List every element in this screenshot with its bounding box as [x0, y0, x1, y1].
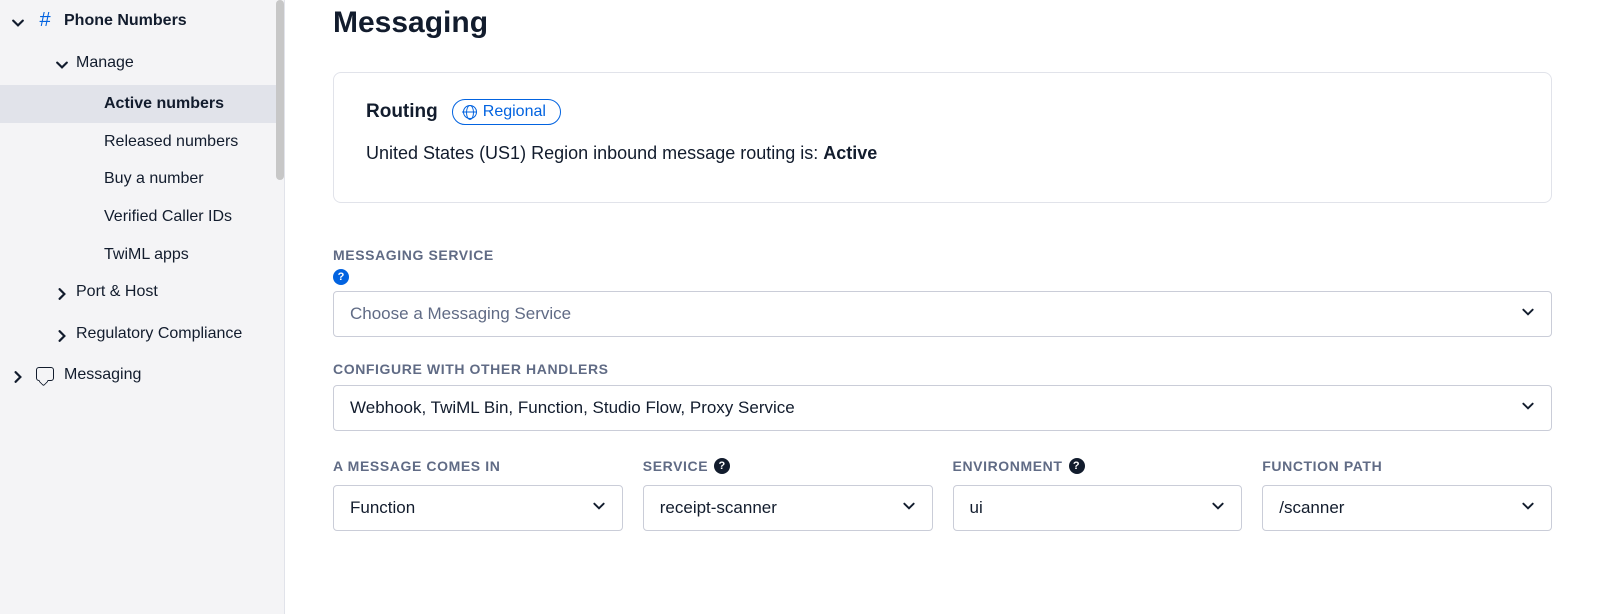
service-group: Service ? receipt-scanner: [643, 455, 933, 531]
hash-icon: #: [32, 10, 58, 33]
sidebar-item-twiml-apps[interactable]: TwiML apps: [0, 236, 284, 274]
function-path-value: /scanner: [1279, 498, 1344, 518]
chevron-down-icon: [902, 498, 916, 518]
routing-box-header: Routing Regional: [366, 99, 1519, 125]
messaging-service-section: Messaging Service ? Choose a Messaging S…: [333, 247, 1552, 337]
regional-badge-label: Regional: [483, 103, 546, 121]
sidebar: # Phone Numbers Manage Active numbers Re…: [0, 0, 285, 614]
messaging-service-placeholder: Choose a Messaging Service: [350, 304, 571, 324]
chevron-down-icon: [1521, 398, 1535, 418]
chevron-down-icon: [1211, 498, 1225, 518]
routing-status-prefix: United States (US1) Region inbound messa…: [366, 143, 823, 163]
sidebar-scrollbar[interactable]: [276, 0, 284, 180]
configure-handlers-select[interactable]: Webhook, TwiML Bin, Function, Studio Flo…: [333, 385, 1552, 431]
sidebar-item-label: Buy a number: [104, 168, 274, 190]
routing-box: Routing Regional United States (US1) Reg…: [333, 72, 1552, 203]
message-in-select[interactable]: Function: [333, 485, 623, 531]
sidebar-item-active-numbers[interactable]: Active numbers: [0, 85, 284, 123]
chevron-right-icon: [56, 285, 70, 307]
sidebar-item-label: Active numbers: [104, 93, 274, 115]
globe-icon: [463, 105, 477, 119]
chevron-right-icon: [12, 368, 26, 390]
chevron-down-icon: [12, 14, 26, 36]
chevron-down-icon: [1521, 498, 1535, 518]
service-value: receipt-scanner: [660, 498, 777, 518]
help-icon[interactable]: ?: [333, 269, 349, 285]
regional-badge[interactable]: Regional: [452, 99, 561, 125]
messaging-icon: [32, 364, 58, 388]
help-icon[interactable]: ?: [1069, 458, 1085, 474]
sidebar-item-verified-caller-ids[interactable]: Verified Caller IDs: [0, 198, 284, 236]
sidebar-item-regulatory-compliance[interactable]: Regulatory Compliance: [0, 315, 284, 357]
sidebar-item-manage[interactable]: Manage: [0, 44, 284, 86]
sidebar-item-label: Verified Caller IDs: [104, 206, 274, 228]
messaging-service-select[interactable]: Choose a Messaging Service: [333, 291, 1552, 337]
configure-handlers-value: Webhook, TwiML Bin, Function, Studio Flo…: [350, 398, 795, 418]
sidebar-item-label: Manage: [76, 52, 274, 74]
sidebar-item-label: Regulatory Compliance: [76, 323, 274, 345]
routing-status-value: Active: [823, 143, 877, 163]
handler-fields-row: A message comes in Function Service ? re…: [333, 455, 1552, 531]
sidebar-item-label: TwiML apps: [104, 244, 274, 266]
chevron-down-icon: [592, 498, 606, 518]
sidebar-item-label: Released numbers: [104, 131, 274, 153]
sidebar-item-label: Messaging: [64, 364, 274, 386]
service-label-text: Service: [643, 458, 708, 474]
service-label: Service ?: [643, 455, 933, 477]
configure-handlers-section: Configure with other handlers Webhook, T…: [333, 361, 1552, 431]
message-in-value: Function: [350, 498, 415, 518]
message-in-label: A message comes in: [333, 455, 623, 477]
page-title: Messaging: [333, 6, 1552, 40]
environment-value: ui: [970, 498, 983, 518]
function-path-select[interactable]: /scanner: [1262, 485, 1552, 531]
main-content: Messaging Routing Regional United States…: [285, 0, 1600, 614]
message-in-group: A message comes in Function: [333, 455, 623, 531]
sidebar-item-phone-numbers[interactable]: # Phone Numbers: [0, 2, 284, 44]
chevron-right-icon: [56, 327, 70, 349]
environment-select[interactable]: ui: [953, 485, 1243, 531]
service-select[interactable]: receipt-scanner: [643, 485, 933, 531]
chevron-down-icon: [1521, 304, 1535, 324]
sidebar-item-messaging[interactable]: Messaging: [0, 356, 284, 398]
messaging-service-label: Messaging Service: [333, 247, 1552, 263]
routing-status-text: United States (US1) Region inbound messa…: [366, 143, 1519, 164]
configure-handlers-label: Configure with other handlers: [333, 361, 1552, 377]
environment-group: Environment ? ui: [953, 455, 1243, 531]
environment-label-text: Environment: [953, 458, 1063, 474]
function-path-group: Function Path /scanner: [1262, 455, 1552, 531]
sidebar-item-label: Port & Host: [76, 281, 274, 303]
environment-label: Environment ?: [953, 455, 1243, 477]
routing-title: Routing: [366, 101, 438, 123]
sidebar-item-label: Phone Numbers: [64, 10, 274, 32]
function-path-label: Function Path: [1262, 455, 1552, 477]
sidebar-item-released-numbers[interactable]: Released numbers: [0, 123, 284, 161]
sidebar-item-buy-number[interactable]: Buy a number: [0, 160, 284, 198]
sidebar-item-port-host[interactable]: Port & Host: [0, 273, 284, 315]
help-icon[interactable]: ?: [714, 458, 730, 474]
chevron-down-icon: [56, 56, 70, 78]
